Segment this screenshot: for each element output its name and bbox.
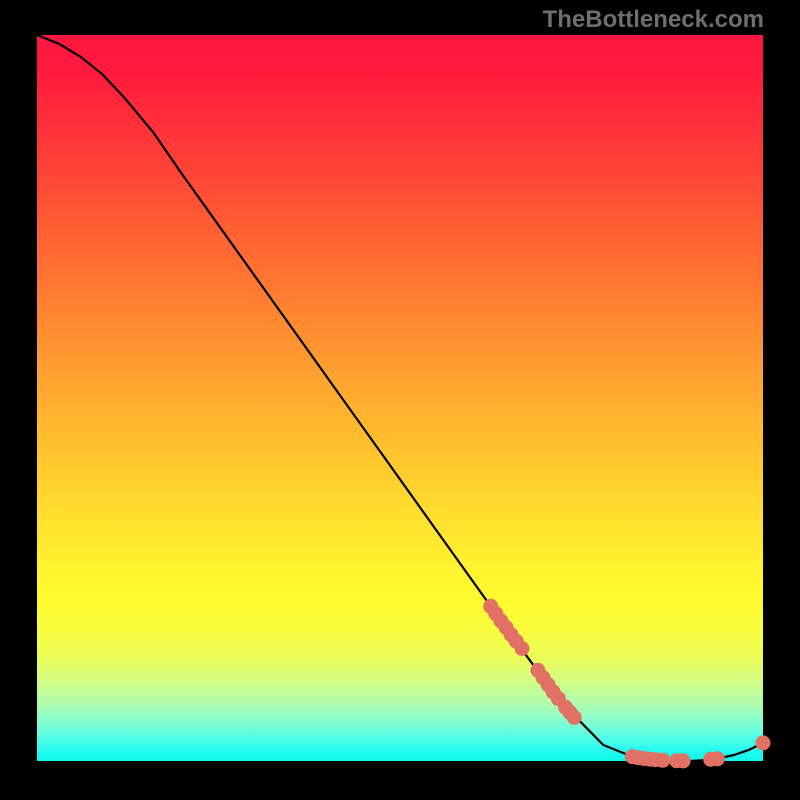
- data-dot: [515, 642, 529, 656]
- data-dot: [567, 710, 581, 724]
- chart-frame: TheBottleneck.com: [0, 0, 800, 800]
- watermark-text: TheBottleneck.com: [543, 6, 764, 34]
- data-dot: [676, 754, 690, 768]
- data-dot: [656, 753, 670, 767]
- chart-overlay: [37, 35, 763, 761]
- bottleneck-curve: [37, 35, 763, 761]
- data-dot: [756, 736, 770, 750]
- data-dots-group: [484, 599, 770, 768]
- data-dot: [710, 752, 724, 766]
